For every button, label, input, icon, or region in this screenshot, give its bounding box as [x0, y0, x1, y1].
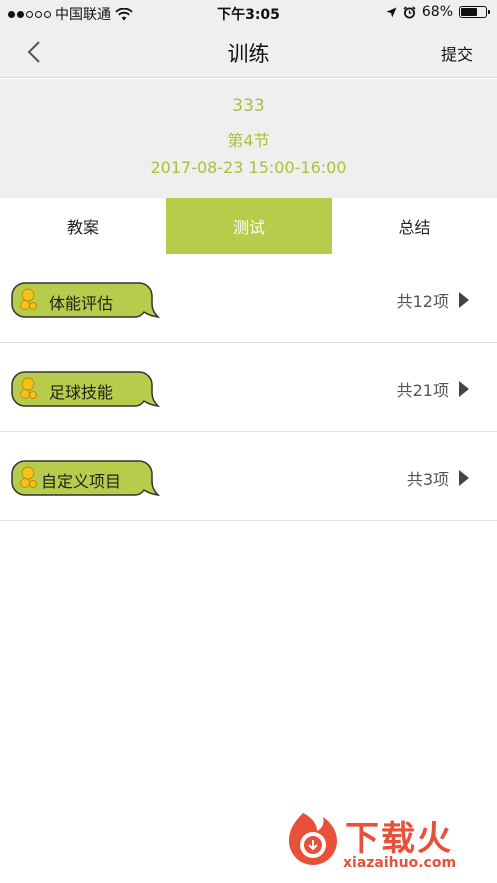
- test-item-list: 体能评估 共12项 足球技能 共21项 自定义项目 共3项: [0, 254, 497, 521]
- list-item-fitness[interactable]: 体能评估 共12项: [0, 254, 497, 343]
- item-count: 共21项: [396, 381, 449, 400]
- tab-bar: 教案 测试 总结: [0, 198, 497, 254]
- battery-icon: [459, 6, 490, 18]
- page-title: 训练: [227, 42, 270, 66]
- tab-summary[interactable]: 总结: [332, 198, 497, 254]
- item-count-group: 共3项: [407, 466, 469, 490]
- session-header: 333 第4节 2017-08-23 15:00-16:00: [0, 79, 497, 198]
- nav-bar: 训练 提交: [0, 26, 497, 78]
- session-time: 2017-08-23 15:00-16:00: [150, 158, 347, 177]
- watermark-logo: 下载火 xiazaihuo.com: [283, 805, 483, 875]
- item-count-group: 共12项: [397, 288, 469, 312]
- item-bubble: 足球技能: [11, 371, 161, 407]
- battery-label: 68%: [421, 4, 453, 20]
- item-label: 足球技能: [49, 383, 114, 402]
- play-arrow-icon: [459, 292, 469, 308]
- item-bubble: 体能评估: [11, 282, 161, 318]
- item-count: 共12项: [396, 292, 449, 311]
- watermark-title: 下载火: [345, 819, 453, 859]
- item-label: 自定义项目: [41, 472, 122, 491]
- play-arrow-icon: [459, 381, 469, 397]
- session-lesson: 第4节: [227, 131, 270, 150]
- tab-lesson-plan[interactable]: 教案: [0, 198, 166, 254]
- list-item-custom[interactable]: 自定义项目 共3项: [0, 432, 497, 521]
- status-bar: 中国联通 下午3:05 68%: [0, 0, 497, 26]
- tab-test[interactable]: 测试: [166, 198, 332, 254]
- list-item-football-skills[interactable]: 足球技能 共21项: [0, 343, 497, 432]
- session-name: 333: [232, 96, 265, 116]
- watermark-domain: xiazaihuo.com: [343, 855, 457, 871]
- flame-logo-icon: [289, 813, 337, 865]
- alarm-icon: [403, 5, 416, 18]
- item-count-group: 共21项: [397, 377, 469, 401]
- item-count: 共3项: [406, 470, 449, 489]
- item-bubble: 自定义项目: [11, 460, 161, 496]
- submit-button[interactable]: 提交: [441, 41, 473, 65]
- screen: 中国联通 下午3:05 68% 训练 提交 333 第4节 2017-08-23…: [0, 0, 497, 883]
- item-label: 体能评估: [49, 294, 114, 313]
- location-icon: [386, 7, 397, 17]
- status-right: 68%: [386, 4, 490, 20]
- play-arrow-icon: [459, 470, 469, 486]
